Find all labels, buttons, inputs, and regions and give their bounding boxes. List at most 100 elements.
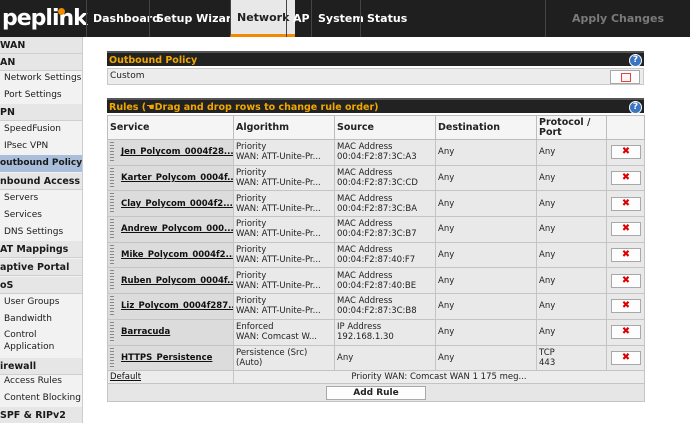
delete-rule-button[interactable]: ✖ [610,196,641,211]
service-link[interactable]: Karter_Polycom_0004f... [121,173,233,183]
outbound-policy-help-icon[interactable]: ? [629,54,642,67]
action-cell: ✖ [606,293,645,320]
sidebar-item-servers[interactable]: Servers [0,190,82,207]
table-row[interactable]: Andrew_Polycom_000... Priority WAN: ATT-Un… [107,216,645,243]
sidebar-item-os[interactable]: oS [0,277,82,294]
nav-status[interactable]: Status [360,0,413,37]
sidebar-item-control[interactable]: Control [0,327,82,340]
sidebar-item-bandwidth[interactable]: Bandwidth [0,311,82,328]
source-cell: IP Address 192.168.1.30 [334,318,436,346]
delete-icon: ✖ [621,274,631,286]
service-link[interactable]: Barracuda [121,327,170,337]
service-cell: Barracuda [107,318,234,346]
sidebar-item-nbound-access[interactable]: nbound Access [0,173,82,190]
peplink-logo[interactable]: peplink [2,2,88,35]
apply-changes-button[interactable]: Apply Changes [545,0,690,37]
sidebar-item-user-groups[interactable]: User Groups [0,294,82,311]
algorithm-type: Priority [236,219,267,230]
table-row[interactable]: Clay_Polycom_0004f2... Priority WAN: ATT-U… [107,190,645,218]
default-rule-text: Priority WAN: Comcast WAN 1 175 meg... [233,370,645,385]
delete-rule-button[interactable]: ✖ [610,350,641,365]
service-link[interactable]: Ruben_Polycom_0004f... [121,276,233,286]
delete-rule-button[interactable]: ✖ [610,273,641,288]
delete-rule-button[interactable]: ✖ [610,171,641,186]
drag-handle-icon[interactable] [110,296,114,318]
drag-handle-icon[interactable] [110,347,114,369]
source-value: 00:04:F2:87:3C:B8 [337,306,417,317]
service-cell: Mike_Polycom_0004f2... [107,241,234,269]
drag-handle-icon[interactable] [110,219,114,241]
delete-rule-button[interactable]: ✖ [610,248,641,263]
add-rule-button[interactable]: Add Rule [326,385,426,400]
service-link[interactable]: HTTPS_Persistence [121,353,212,363]
source-type: MAC Address [337,270,393,281]
sidebar-item-pn[interactable]: PN [0,104,82,121]
sidebar-item-speedfusion[interactable]: SpeedFusion [0,121,82,138]
sidebar-item-application[interactable]: Application [0,339,82,356]
service-link[interactable]: Clay_Polycom_0004f2... [121,199,233,209]
service-link[interactable]: Andrew_Polycom_000... [121,224,233,234]
delete-icon: ✖ [621,223,631,235]
service-link[interactable]: Jen_Polycom_0004f28... [121,147,233,157]
source-type: IP Address [337,322,382,333]
algorithm-cell: Persistence (Src) (Auto) [233,344,335,372]
delete-rule-button[interactable]: ✖ [610,145,641,160]
edit-policy-button[interactable] [610,70,640,84]
sidebar: WAN AN Network Settings Port Settings PN Spee… [0,37,83,423]
destination-cell: Any [435,241,537,269]
sidebar-item-spf-ripv2[interactable]: SPF & RIPv2 [0,407,82,423]
table-row[interactable]: Liz_Polycom_0004f287... Priority WAN: ATT-… [107,293,645,320]
service-link[interactable]: Mike_Polycom_0004f2... [121,250,233,260]
algorithm-type: Priority [236,270,267,281]
service-cell: Jen_Polycom_0004f28... [107,139,234,166]
sidebar-item-aptive-portal[interactable]: aptive Portal [0,259,82,276]
algorithm-type: Priority [236,142,267,153]
protocol-cell: Any [536,318,607,346]
rules-help-icon[interactable]: ? [629,101,642,114]
sidebar-item-wan[interactable]: WAN [0,37,82,54]
protocol-value: Any [539,250,556,261]
algorithm-wan: WAN: ATT-Unite-Pr... [236,280,321,291]
table-row[interactable]: Mike_Polycom_0004f2... Priority WAN: ATT-U… [107,241,645,269]
source-type: MAC Address [337,193,393,204]
delete-rule-button[interactable]: ✖ [610,222,641,237]
algorithm-wan: WAN: ATT-Unite-Pr... [236,255,321,266]
drag-handle-icon[interactable] [110,142,114,163]
drag-handle-icon[interactable] [110,167,114,189]
col-destination: Destination [435,115,537,140]
table-row[interactable]: HTTPS_Persistence Persistence (Src) (Auto)… [107,344,645,372]
delete-icon: ✖ [621,300,631,312]
sidebar-item-an[interactable]: AN [0,54,82,71]
delete-rule-button[interactable]: ✖ [610,299,641,314]
protocol-value: Any [539,275,556,286]
action-cell: ✖ [606,344,645,372]
default-rule-link[interactable]: Default [110,372,141,382]
service-link[interactable]: Liz_Polycom_0004f287... [121,301,233,311]
sidebar-item-at-mappings[interactable]: AT Mappings [0,241,82,258]
service-cell: Karter_Polycom_0004f... [107,164,234,192]
drag-handle-icon[interactable] [110,244,114,266]
table-row[interactable]: Jen_Polycom_0004f28... Priority WAN: ATT-U… [107,139,645,166]
source-cell: MAC Address 00:04:F2:87:3C:B8 [334,293,436,320]
sidebar-item-content-blocking[interactable]: Content Blocking [0,390,82,407]
drag-handle-icon[interactable] [110,193,114,215]
add-rule-cell: Add Rule [107,383,645,403]
logo-text: peplink [2,6,88,31]
sidebar-item-outbound-policy[interactable]: outbound Policy [0,155,82,172]
sidebar-item-port-settings[interactable]: Port Settings [0,87,82,104]
sidebar-item-ipsec-vpn[interactable]: IPsec VPN [0,138,82,155]
delete-rule-button[interactable]: ✖ [610,325,641,340]
sidebar-item-access-rules[interactable]: Access Rules [0,373,82,390]
sidebar-item-dns-settings[interactable]: DNS Settings [0,224,82,241]
table-row[interactable]: Karter_Polycom_0004f... Priority WAN: ATT-… [107,164,645,192]
sidebar-item-network-settings[interactable]: Network Settings [0,70,82,87]
table-row[interactable]: Barracuda Enforced WAN: Comcast W... IP Add… [107,318,645,346]
table-row[interactable]: Ruben_Polycom_0004f... Priority WAN: ATT-U… [107,267,645,295]
protocol-cell: Any [536,267,607,295]
drag-handle-icon[interactable] [110,270,114,292]
drag-handle-icon[interactable] [110,321,114,343]
source-value: 00:04:F2:87:3C:B7 [337,229,417,240]
delete-icon: ✖ [621,146,631,158]
algorithm-cell: Priority WAN: ATT-Unite-Pr... [233,241,335,269]
sidebar-item-services[interactable]: Services [0,207,82,224]
